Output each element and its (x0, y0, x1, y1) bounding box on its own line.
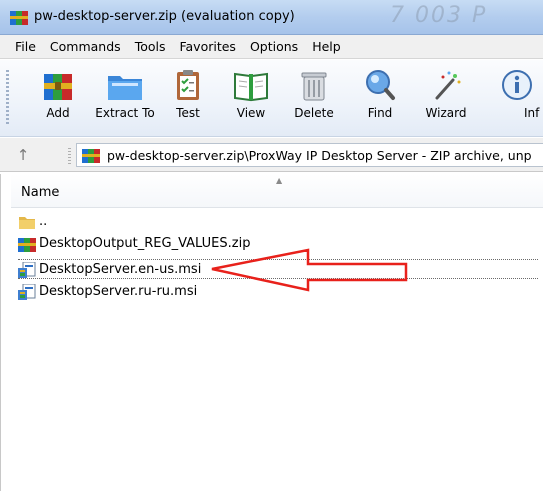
folder-icon (19, 217, 35, 229)
magic-wand-icon (435, 71, 461, 100)
column-name-label: Name (21, 185, 60, 200)
winrar-archive-icon (82, 149, 100, 163)
winrar-archive-icon (18, 238, 36, 252)
delete-button[interactable]: Delete (282, 64, 346, 134)
test-clipboard-icon (177, 70, 199, 100)
up-arrow-icon[interactable]: ↑ (14, 146, 32, 164)
winrar-archive-icon (10, 11, 28, 25)
add-label: Add (46, 106, 70, 120)
title-overlay-text: 7 003 P (390, 3, 488, 28)
address-path-field[interactable]: pw-desktop-server.zip\ProxWay IP Desktop… (76, 143, 543, 167)
view-button[interactable]: View (219, 64, 283, 134)
msi-installer-icon (18, 284, 36, 300)
info-icon (502, 70, 532, 100)
list-item[interactable]: .. (18, 212, 538, 232)
menu-bar: File Commands Tools Favorites Options He… (0, 35, 543, 59)
wizard-button[interactable]: Wizard (414, 64, 478, 134)
list-item[interactable]: DesktopServer.ru-ru.msi (18, 282, 538, 302)
trash-can-icon (301, 72, 327, 101)
extract-to-button[interactable]: Extract To (93, 64, 157, 134)
title-bar[interactable]: pw-desktop-server.zip (evaluation copy) … (0, 0, 543, 35)
info-label: Inf (524, 106, 540, 120)
menu-help[interactable]: Help (305, 35, 348, 59)
menu-commands[interactable]: Commands (43, 35, 128, 59)
list-item-name: .. (39, 214, 48, 229)
list-item-name: DesktopServer.en-us.msi (39, 262, 202, 277)
delete-label: Delete (294, 106, 334, 120)
list-item[interactable]: DesktopOutput_REG_VALUES.zip (18, 234, 538, 254)
view-book-icon (234, 72, 268, 102)
address-grip (68, 148, 71, 164)
msi-installer-icon (18, 262, 36, 278)
menu-tools[interactable]: Tools (128, 35, 173, 59)
sort-ascending-icon: ▲ (276, 176, 283, 185)
column-header-name[interactable]: Name ▲ (11, 174, 543, 208)
menu-options[interactable]: Options (243, 35, 305, 59)
add-archive-icon (44, 74, 72, 100)
window-title: pw-desktop-server.zip (evaluation copy) (34, 9, 295, 24)
toolbar: Add Extract To Test View Delete Find Wiz… (0, 60, 543, 137)
test-button[interactable]: Test (156, 64, 220, 134)
list-item-name: DesktopServer.ru-ru.msi (39, 284, 198, 299)
menu-favorites[interactable]: Favorites (172, 35, 242, 59)
extract-folder-icon (108, 76, 142, 100)
magnifier-icon (366, 70, 395, 100)
wizard-label: Wizard (425, 106, 467, 120)
extract-to-label: Extract To (95, 106, 155, 120)
address-bar: ↑ pw-desktop-server.zip\ProxWay IP Deskt… (0, 138, 543, 172)
menu-file[interactable]: File (8, 35, 43, 59)
list-item-name: DesktopOutput_REG_VALUES.zip (39, 236, 251, 251)
find-label: Find (367, 106, 393, 120)
toolbar-grip[interactable] (6, 70, 9, 126)
file-list: Name ▲ .. DesktopOutput_REG_VALUES.zip D… (0, 174, 543, 491)
info-button[interactable]: Inf (488, 64, 543, 134)
add-button[interactable]: Add (26, 64, 90, 134)
address-path-text: pw-desktop-server.zip\ProxWay IP Desktop… (107, 148, 532, 163)
test-label: Test (176, 106, 200, 120)
find-button[interactable]: Find (348, 64, 412, 134)
list-item-selected[interactable]: DesktopServer.en-us.msi (18, 259, 538, 279)
view-label: View (236, 106, 266, 120)
